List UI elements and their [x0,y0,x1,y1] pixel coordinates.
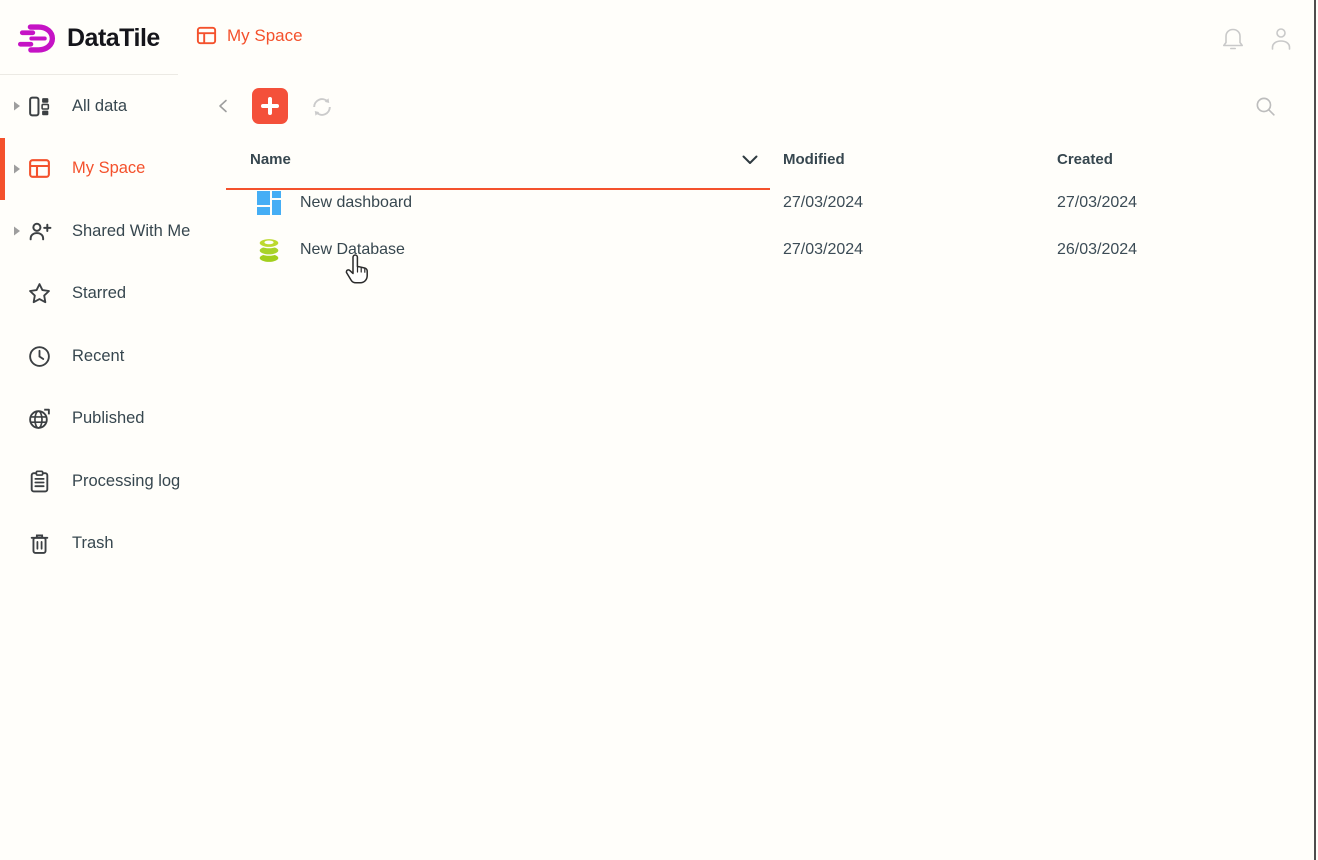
sidebar-item-starred[interactable]: Starred [0,263,230,326]
sidebar-item-recent[interactable]: Recent [0,325,230,388]
row-name-cell: New Database [236,237,783,263]
app-name: DataTile [67,24,160,53]
table-header-row: Name Modified Created [236,140,1290,179]
database-icon [256,237,282,263]
user-icon[interactable] [1267,24,1295,54]
trash-icon [27,531,52,556]
dashboard-icon [256,190,282,216]
workspace-tab-label: My Space [227,26,303,46]
my-space-icon [27,156,52,181]
window-right-edge [1314,0,1316,860]
top-header: DataTile My Space [0,0,1318,75]
expand-triangle-icon[interactable] [13,226,21,236]
sidebar-item-label: All data [72,97,127,116]
bell-icon[interactable] [1219,24,1247,54]
sidebar-item-all-data[interactable]: All data [0,75,230,138]
item-name: New Database [300,241,405,259]
datatile-logo-icon [18,18,60,58]
plus-icon [260,96,280,116]
all-data-icon [27,94,52,119]
sidebar-item-my-space[interactable]: My Space [0,138,230,201]
layout-icon [195,24,218,47]
modified-date: 27/03/2024 [783,241,1057,259]
files-table: Name Modified Created [236,140,1290,273]
sidebar-item-label: Published [72,409,144,428]
expand-triangle-icon[interactable] [13,101,21,111]
sidebar-item-published[interactable]: Published [0,388,230,451]
table-row-new-database[interactable]: New Database 27/03/2024 26/03/2024 [236,226,1290,273]
column-header-created[interactable]: Created [1057,151,1290,168]
shared-with-me-icon [27,219,52,244]
sidebar-item-shared-with-me[interactable]: Shared With Me [0,200,230,263]
globe-icon [27,406,52,431]
sidebar-item-trash[interactable]: Trash [0,513,230,576]
column-header-name-label: Name [250,151,291,168]
expand-triangle-icon[interactable] [13,164,21,174]
sidebar-item-label: Recent [72,347,124,366]
row-name-cell: New dashboard [236,190,783,216]
sidebar-item-label: My Space [72,159,145,178]
sidebar: All data My Space [0,75,230,575]
clipboard-icon [27,469,52,494]
sidebar-item-label: Shared With Me [72,222,190,241]
sidebar-item-label: Trash [72,534,114,553]
created-date: 27/03/2024 [1057,194,1290,212]
clock-icon [27,344,52,369]
sidebar-item-label: Processing log [72,472,180,491]
add-button[interactable] [252,88,288,124]
app-logo: DataTile [18,18,160,58]
column-header-name[interactable]: Name [236,151,783,168]
search-icon[interactable] [1253,94,1278,119]
app-window: DataTile My Space [0,0,1318,860]
modified-date: 27/03/2024 [783,194,1057,212]
workspace-tab-my-space[interactable]: My Space [195,24,303,47]
item-name: New dashboard [300,194,412,212]
name-column-underline [226,188,770,190]
chevron-down-icon[interactable] [741,154,759,166]
star-icon [27,281,52,306]
sidebar-item-processing-log[interactable]: Processing log [0,450,230,513]
sidebar-item-label: Starred [72,284,126,303]
created-date: 26/03/2024 [1057,241,1290,259]
collapse-chevron-icon[interactable] [215,97,231,115]
column-header-modified[interactable]: Modified [783,151,1057,168]
table-row-new-dashboard[interactable]: New dashboard 27/03/2024 27/03/2024 [236,179,1290,226]
refresh-icon[interactable] [308,93,336,121]
